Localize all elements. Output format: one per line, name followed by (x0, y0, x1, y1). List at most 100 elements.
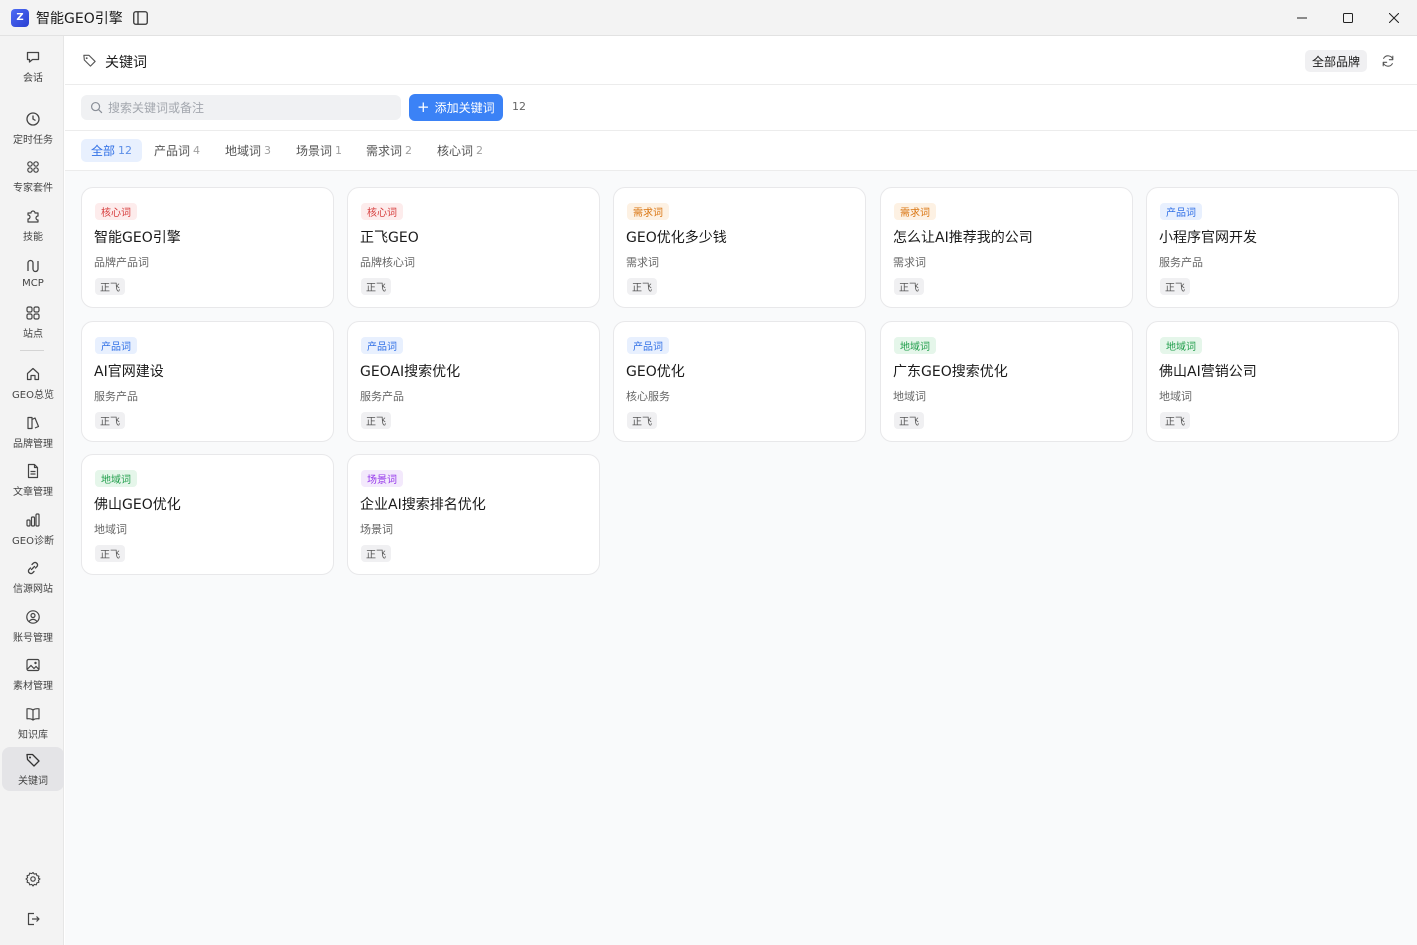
keyword-note: 服务产品 (360, 390, 404, 403)
keyword-card[interactable]: 产品词 GEOAI搜索优化 服务产品 正飞 (347, 321, 600, 442)
logout-button[interactable] (2, 908, 64, 930)
tab-label: 场景词 (296, 144, 333, 158)
keyword-card[interactable]: 核心词 智能GEO引擎 品牌产品词 正飞 (81, 187, 334, 308)
sidebar-item-label: GEO总览 (12, 390, 54, 401)
tab-count: 1 (335, 144, 343, 157)
sidebar-item-label: 专家套件 (13, 183, 53, 194)
keyword-note: 需求词 (893, 256, 926, 269)
sidebar-item-skills[interactable]: 技能 (2, 205, 64, 245)
sidebar-item-scheduled-tasks[interactable]: 定时任务 (2, 108, 64, 148)
keyword-note: 地域词 (1159, 390, 1192, 403)
minimize-button[interactable] (1279, 0, 1325, 36)
sidebar-item-label: 品牌管理 (13, 439, 53, 450)
keyword-card[interactable]: 产品词 小程序官网开发 服务产品 正飞 (1146, 187, 1399, 308)
sidebar-item-label: 定时任务 (13, 135, 53, 146)
keyword-card[interactable]: 产品词 GEO优化 核心服务 正飞 (613, 321, 866, 442)
sidebar-item-brand-management[interactable]: 品牌管理 (2, 412, 64, 452)
tab-label: 需求词 (366, 144, 403, 158)
clock-icon (24, 110, 42, 128)
sidebar-item-label: 会话 (23, 73, 43, 84)
keyword-card[interactable]: 核心词 正飞GEO 品牌核心词 正飞 (347, 187, 600, 308)
tag-icon (82, 53, 97, 72)
book-icon (24, 705, 42, 723)
sidebar-item-label: 站点 (23, 329, 43, 340)
tab-demand[interactable]: 需求词 2 (356, 139, 422, 162)
type-badge: 需求词 (627, 203, 669, 220)
sidebar-item-asset-management[interactable]: 素材管理 (2, 654, 64, 694)
sidebar-item-article-management[interactable]: 文章管理 (2, 460, 64, 500)
tab-core[interactable]: 核心词 2 (427, 139, 493, 162)
tab-scene[interactable]: 场景词 1 (286, 139, 352, 162)
keyword-note: 需求词 (626, 256, 659, 269)
gear-icon (24, 870, 42, 888)
filter-tabs: 全部 12 产品词 4 地域词 3 场景词 1 需求词 2 核心词 2 (65, 131, 1417, 171)
search-input[interactable] (108, 100, 388, 115)
keyword-note: 服务产品 (1159, 256, 1203, 269)
sidebar-item-label: 知识库 (18, 730, 48, 741)
page-header: 关键词 全部品牌 (65, 36, 1417, 85)
keyword-text: GEOAI搜索优化 (360, 364, 461, 380)
user-circle-icon (24, 608, 42, 626)
refresh-button[interactable] (1379, 52, 1397, 70)
type-badge: 需求词 (894, 203, 936, 220)
keyword-card[interactable]: 地域词 广东GEO搜索优化 地域词 正飞 (880, 321, 1133, 442)
tab-all[interactable]: 全部 12 (81, 139, 143, 162)
tab-count: 2 (405, 144, 413, 157)
sidebar-item-chat[interactable]: 会话 (2, 46, 64, 86)
link-icon (24, 559, 42, 577)
maximize-button[interactable] (1325, 0, 1371, 36)
sidebar-item-geo-diagnosis[interactable]: GEO诊断 (2, 509, 64, 549)
keyword-card[interactable]: 产品词 AI官网建设 服务产品 正飞 (81, 321, 334, 442)
title-bar: Z 智能GEO引擎 (0, 0, 1417, 36)
settings-button[interactable] (2, 868, 64, 890)
sidebar-item-label: MCP (22, 278, 44, 289)
type-badge: 核心词 (361, 203, 403, 220)
keyword-text: 小程序官网开发 (1159, 230, 1257, 246)
keyword-card[interactable]: 地域词 佛山GEO优化 地域词 正飞 (81, 454, 334, 575)
tab-label: 产品词 (154, 144, 191, 158)
keyword-card[interactable]: 地域词 佛山AI营销公司 地域词 正飞 (1146, 321, 1399, 442)
keyword-text: 企业AI搜索排名优化 (360, 497, 486, 513)
keyword-text: 智能GEO引擎 (94, 230, 181, 246)
type-badge: 地域词 (95, 470, 137, 487)
keyword-note: 地域词 (893, 390, 926, 403)
bar-chart-icon (24, 511, 42, 529)
keyword-card[interactable]: 需求词 GEO优化多少钱 需求词 正飞 (613, 187, 866, 308)
tab-product[interactable]: 产品词 4 (144, 139, 210, 162)
sites-icon (24, 304, 42, 322)
sidebar-item-mcp[interactable]: MCP (2, 253, 64, 293)
keyword-card[interactable]: 场景词 企业AI搜索排名优化 场景词 正飞 (347, 454, 600, 575)
sidebar-toggle-icon[interactable] (133, 10, 149, 26)
brand-tag: 正飞 (894, 412, 924, 429)
tab-label: 全部 (91, 144, 116, 158)
brand-filter-dropdown[interactable]: 全部品牌 (1305, 50, 1368, 72)
sidebar-item-keywords[interactable]: 关键词 (2, 747, 64, 791)
sidebar-item-label: 信源网站 (13, 584, 53, 595)
close-button[interactable] (1371, 0, 1417, 36)
add-keyword-button[interactable]: + 添加关键词 (409, 94, 503, 121)
add-keyword-label: 添加关键词 (434, 101, 495, 115)
sidebar-item-label: 文章管理 (13, 487, 53, 498)
sidebar-item-geo-overview[interactable]: GEO总览 (2, 363, 64, 403)
keyword-note: 品牌产品词 (94, 256, 149, 269)
brand-tag: 正飞 (627, 278, 657, 295)
sidebar-item-label: GEO诊断 (12, 536, 54, 547)
search-box[interactable] (81, 95, 401, 120)
sidebar-item-account-management[interactable]: 账号管理 (2, 606, 64, 646)
total-count: 12 (512, 100, 526, 113)
home-icon (24, 365, 42, 383)
logout-icon (24, 910, 42, 928)
sidebar-item-knowledge-base[interactable]: 知识库 (2, 703, 64, 743)
toolbar: + 添加关键词 12 (65, 85, 1417, 131)
sidebar-item-source-sites[interactable]: 信源网站 (2, 557, 64, 597)
keyword-text: GEO优化多少钱 (626, 230, 727, 246)
tab-label: 核心词 (437, 144, 474, 158)
tab-count: 4 (193, 144, 201, 157)
keyword-card[interactable]: 需求词 怎么让AI推荐我的公司 需求词 正飞 (880, 187, 1133, 308)
puzzle-icon (24, 207, 42, 225)
sidebar-item-expert-suite[interactable]: 专家套件 (2, 156, 64, 196)
brand-tag: 正飞 (627, 412, 657, 429)
tab-region[interactable]: 地域词 3 (215, 139, 281, 162)
keyword-note: 品牌核心词 (360, 256, 415, 269)
sidebar-item-sites[interactable]: 站点 (2, 302, 64, 342)
